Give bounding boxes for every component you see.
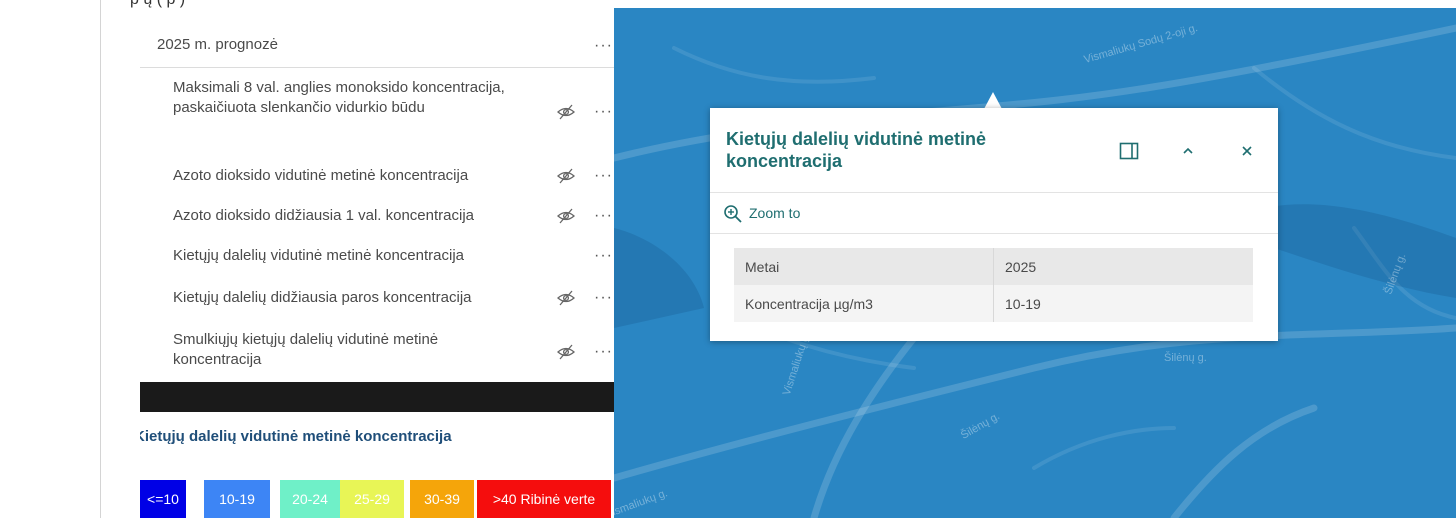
layer-item[interactable]: Kietųjų dalelių vidutinė metinė koncentr…: [140, 244, 614, 268]
layer-item[interactable]: Smulkiųjų kietųjų dalelių vidutinė metin…: [140, 330, 614, 374]
layer-more-options-button[interactable]: ···: [594, 248, 616, 264]
layer-item[interactable]: Maksimali 8 val. anglies monoksido konce…: [140, 78, 614, 148]
layer-more-options-button[interactable]: ···: [594, 104, 616, 120]
layer-label: Kietųjų dalelių vidutinė metinė koncentr…: [173, 247, 465, 264]
eye-off-icon[interactable]: [556, 104, 576, 120]
legend-class-swatch: 10-19: [204, 480, 270, 518]
popup-title: Kietųjų dalelių vidutinė metinė koncentr…: [726, 129, 987, 171]
panel-footer-bar: [140, 382, 614, 412]
layer-label: Smulkiųjų kietųjų dalelių vidutinė metin…: [173, 331, 439, 368]
popup-divider: [710, 233, 1278, 234]
attribute-table: Metai 2025 Koncentracija µg/m3 10-19: [734, 248, 1253, 322]
dock-icon: [1119, 142, 1139, 160]
layer-more-options-button[interactable]: ···: [594, 168, 616, 184]
collapse-popup-button[interactable]: [1177, 140, 1199, 162]
dock-popup-button[interactable]: [1118, 140, 1140, 162]
layer-more-options-button[interactable]: ···: [594, 290, 616, 306]
layer-more-options-button[interactable]: ···: [594, 344, 616, 360]
page-margin-line: [100, 0, 101, 518]
chevron-up-icon: [1183, 147, 1193, 154]
top-strip: p ų ( p ): [0, 0, 1456, 8]
layer-group-title: 2025 m. prognozė: [157, 36, 278, 53]
legend-class-swatch: 25-29: [340, 480, 404, 518]
layer-group-header[interactable]: 2025 m. prognozė ···: [140, 8, 614, 68]
attribute-key: Metai: [745, 259, 780, 275]
eye-off-icon[interactable]: [556, 290, 576, 306]
legend-title: Kietųjų dalelių vidutinė metinė koncentr…: [140, 428, 452, 445]
popup-pointer: [984, 92, 1002, 109]
group-more-options-button[interactable]: ···: [594, 38, 616, 54]
close-popup-button[interactable]: [1236, 140, 1258, 162]
attribute-key: Koncentracija µg/m3: [745, 296, 873, 312]
legend-class-swatch: 20-24: [280, 480, 340, 518]
cell-separator: [993, 285, 994, 322]
cell-separator: [993, 248, 994, 285]
eye-off-icon[interactable]: [556, 208, 576, 224]
attribute-value: 10-19: [1005, 296, 1041, 312]
table-row: Metai 2025: [734, 248, 1253, 285]
legend-class-swatch: 30-39: [410, 480, 474, 518]
zoom-in-icon: [724, 205, 742, 223]
feature-popup: Kietųjų dalelių vidutinė metinė koncentr…: [710, 108, 1278, 341]
legend-class-swatch: >40 Ribinė verte: [477, 480, 611, 518]
table-row: Koncentracija µg/m3 10-19: [734, 285, 1253, 322]
eye-off-icon[interactable]: [556, 344, 576, 360]
attribute-value: 2025: [1005, 259, 1037, 275]
close-icon: [1242, 146, 1252, 156]
layer-more-options-button[interactable]: ···: [594, 208, 616, 224]
layer-item[interactable]: Azoto dioksido vidutinė metinė koncentra…: [140, 164, 614, 188]
layer-item[interactable]: Azoto dioksido didžiausia 1 val. koncent…: [140, 204, 614, 228]
layer-label: Maksimali 8 val. anglies monoksido konce…: [173, 79, 505, 116]
layer-item[interactable]: Kietųjų dalelių didžiausia paros koncent…: [140, 286, 614, 310]
layer-list-panel: 2025 m. prognozė ··· Maksimali 8 val. an…: [140, 8, 614, 382]
layer-label: Kietųjų dalelių didžiausia paros koncent…: [173, 289, 472, 306]
eye-off-icon[interactable]: [556, 168, 576, 184]
street-label: Šilėnų g.: [1164, 352, 1207, 364]
layer-label: Azoto dioksido vidutinė metinė koncentra…: [173, 167, 469, 184]
layer-label: Azoto dioksido didžiausia 1 val. koncent…: [173, 207, 475, 224]
legend-class-swatch: <=10: [140, 480, 186, 518]
zoom-to-label: Zoom to: [749, 205, 801, 221]
popup-divider: [710, 192, 1278, 193]
zoom-to-button[interactable]: Zoom to: [722, 203, 800, 223]
